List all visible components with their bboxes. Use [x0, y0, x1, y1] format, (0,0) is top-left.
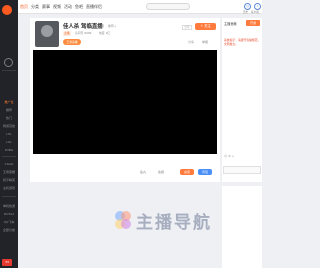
chat-panel: 主播贡献 开通 系统提示：请遵守直播规范，文明发言。 ☺ ⚙ ↩ — [222, 18, 262, 182]
left-sidebar: 推广位 推荐 热门 网游竞技 LPL LOL PUBG CSGO 王者荣耀 和平… — [0, 0, 18, 268]
nav-streamer-tool[interactable]: 直播伴侣 — [86, 4, 102, 10]
sidebar-item[interactable]: 全部分类 — [0, 228, 18, 232]
sidebar-item[interactable]: LOL — [0, 140, 18, 144]
sidebar-item[interactable]: 和平精英 — [0, 178, 18, 182]
nav-activity[interactable]: 活动 — [64, 4, 72, 10]
nav-category[interactable]: 分类 — [31, 4, 39, 10]
fish-ball-label[interactable]: 鱼丸 — [140, 170, 146, 174]
rank-header: 主播贡献 — [224, 22, 237, 26]
sidebar-divider — [2, 156, 16, 157]
sidebar-divider — [2, 70, 16, 71]
nav-events[interactable]: 赛事 — [42, 4, 50, 10]
nav-forum[interactable]: 鱼吧 — [75, 4, 83, 10]
share-box[interactable]: 分享 — [182, 25, 192, 30]
chat-input[interactable] — [223, 166, 261, 174]
streamer-tag: 主播 — [63, 31, 71, 36]
backpack-button[interactable]: 背包 — [198, 169, 212, 175]
sidebar-item[interactable]: 推广位 — [0, 100, 18, 104]
sidebar-item[interactable]: QQ飞车 — [0, 220, 18, 224]
main-nav: 首页 分类 赛事 视频 活动 鱼吧 直播伴侣 — [20, 4, 102, 10]
sidebar-badge[interactable]: 33 — [2, 259, 12, 266]
fish-fin-label[interactable]: 鱼翅 — [158, 170, 164, 174]
search-input[interactable] — [146, 3, 190, 10]
recharge-button[interactable]: 充值 — [180, 169, 194, 175]
report-link[interactable]: 举报 — [202, 40, 208, 44]
sidebar-item[interactable]: CSGO — [0, 162, 18, 166]
live-room-panel: 佳人杀 驾临直播 热门话题 ·· 推荐+ 主播 房间号 9999 热度 1亿 王… — [30, 18, 220, 182]
sidebar-divider — [2, 196, 16, 197]
nav-video[interactable]: 视频 — [53, 4, 61, 10]
sidebar-item[interactable]: 网游竞技 — [0, 124, 18, 128]
sidebar-item[interactable]: LPL — [0, 132, 18, 136]
lower-side-panel — [222, 186, 262, 268]
chat-toolbar[interactable]: ☺ ⚙ ↩ — [224, 154, 234, 158]
history-label: 历史 — [243, 11, 249, 14]
category-button[interactable]: 王者荣耀 — [63, 39, 81, 45]
sidebar-item[interactable]: PUBG — [0, 148, 18, 152]
video-player[interactable] — [33, 50, 217, 154]
watermark: 主播导航 — [112, 205, 222, 235]
top-nav-bar: 首页 分类 赛事 视频 活动 鱼吧 直播伴侣 ◷ 历史 ↓ 客户端 — [18, 0, 262, 14]
download-icon[interactable]: ↓ — [254, 3, 261, 10]
sidebar-item[interactable]: DOTA2 — [0, 212, 18, 216]
sidebar-item[interactable]: 王者荣耀 — [0, 170, 18, 174]
nav-home[interactable]: 首页 — [20, 4, 28, 10]
streamer-avatar[interactable] — [35, 21, 59, 47]
watermark-text: 主播导航 — [136, 213, 212, 233]
home-icon[interactable] — [4, 58, 13, 67]
sidebar-item[interactable]: 主机游戏 — [0, 186, 18, 190]
room-number: 房间号 9999 — [75, 31, 92, 35]
follow-button[interactable]: + 关注 — [195, 23, 216, 30]
site-logo[interactable] — [2, 5, 12, 15]
history-icon[interactable]: ◷ — [244, 3, 251, 10]
sidebar-item[interactable]: 热门 — [0, 116, 18, 120]
open-noble-button[interactable]: 开通 — [246, 20, 260, 26]
room-subtitle: 热门话题 ·· 推荐+ — [92, 24, 117, 28]
download-label: 客户端 — [251, 11, 259, 14]
room-heat: 热度 1亿 — [99, 31, 111, 35]
share-link[interactable]: 分享 — [188, 40, 194, 44]
gift-bar: 鱼丸 鱼翅 充值 背包 — [30, 158, 220, 182]
sidebar-item[interactable]: 单机热游 — [0, 204, 18, 208]
watermark-logo-icon — [115, 211, 131, 229]
system-notice: 系统提示：请遵守直播规范，文明发言。 — [224, 38, 261, 46]
sidebar-item[interactable]: 推荐 — [0, 108, 18, 112]
